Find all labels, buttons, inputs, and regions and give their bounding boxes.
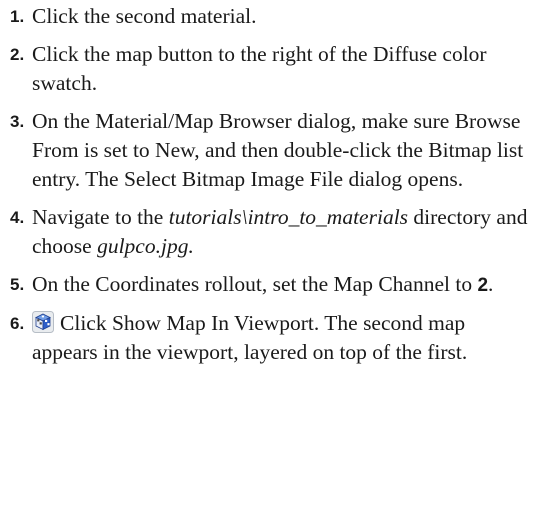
step-text-before: On the Coordinates rollout, set the Map … [32,272,478,296]
step-number: 4. [10,208,25,227]
step-3: 3. On the Material/Map Browser dialog, m… [10,107,530,194]
step-text: Click the map button to the right of the… [32,42,487,95]
step-5: 5. On the Coordinates rollout, set the M… [10,270,530,300]
file-name: gulpco.jpg. [97,234,194,258]
step-number: 6. [10,314,25,333]
map-channel-value: 2 [477,275,489,296]
step-number: 5. [10,275,25,294]
step-number: 2. [10,45,25,64]
step-6: 6. Click Show Map In Viewport. The secon… [10,309,530,367]
step-text-before: Navigate to the [32,205,169,229]
show-map-in-viewport-icon [32,311,54,333]
step-text: On the Material/Map Browser dialog, make… [32,109,524,191]
step-text: Navigate to the tutorials\intro_to_mater… [32,203,530,261]
step-text: On the Coordinates rollout, set the Map … [32,270,530,300]
step-text: Click Show Map In Viewport. The second m… [32,309,530,367]
step-text-after: . [488,272,494,296]
step-number: 1. [10,7,25,26]
step-number: 3. [10,112,25,131]
step-4: 4. Navigate to the tutorials\intro_to_ma… [10,203,530,261]
instruction-list: 1. Click the second material. 2. Click t… [10,2,530,376]
step-text-main: Click Show Map In Viewport. The second m… [32,311,468,364]
step-text: Click the second material. [32,4,257,28]
directory-path: tutorials\intro_to_materials [168,205,409,229]
step-2: 2. Click the map button to the right of … [10,40,530,98]
step-1: 1. Click the second material. [10,2,530,31]
